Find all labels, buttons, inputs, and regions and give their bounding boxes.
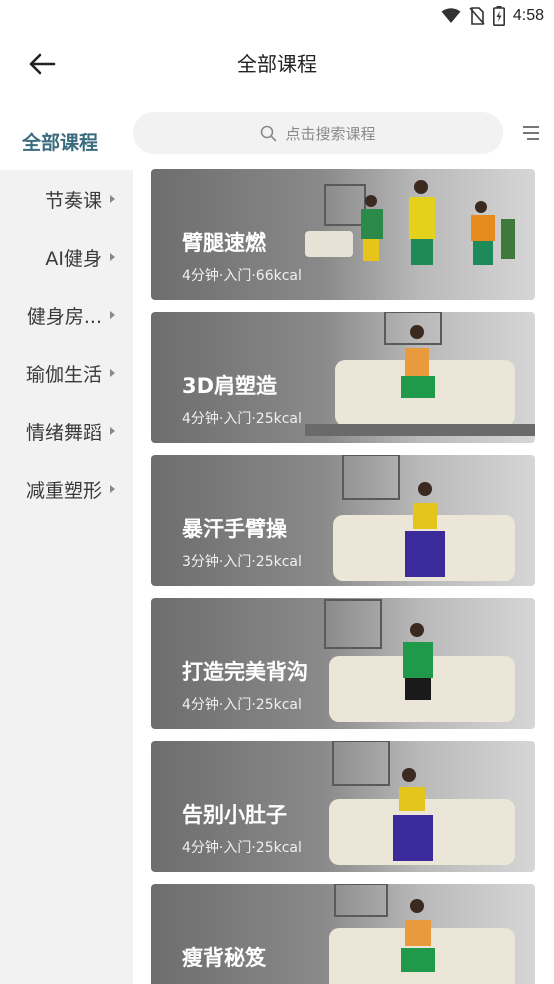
course-meta: 4分钟·入门·66kcal: [182, 268, 302, 284]
sidebar-item-label: 健身房...: [26, 305, 102, 328]
course-thumbnail: [333, 455, 515, 581]
search-row: 点击搜索课程: [133, 112, 554, 154]
chevron-right-icon: [110, 485, 115, 493]
filter-menu-button[interactable]: [520, 122, 542, 144]
status-bar: 4:58: [0, 0, 554, 32]
chevron-right-icon: [110, 253, 115, 261]
sidebar-item-label: 全部课程: [22, 131, 99, 154]
search-placeholder: 点击搜索课程: [285, 124, 376, 143]
course-card[interactable]: 告别小肚子 4分钟·入门·25kcal: [151, 741, 535, 872]
header: 全部课程: [0, 32, 554, 96]
course-title: 打造完美背沟: [182, 660, 308, 684]
course-title: 暴汗手臂操: [182, 517, 287, 541]
sidebar-item-all-courses[interactable]: 全部课程: [0, 112, 133, 170]
chevron-right-icon: [110, 369, 115, 377]
search-icon: [261, 125, 277, 141]
page-title: 全部课程: [237, 52, 317, 76]
course-card[interactable]: 瘦背秘笈: [151, 884, 535, 984]
course-card[interactable]: 打造完美背沟 4分钟·入门·25kcal: [151, 598, 535, 729]
chevron-right-icon: [110, 195, 115, 203]
sidebar-list: 节奏课 AI健身 健身房... 瑜伽生活 情绪舞蹈 减重塑形: [0, 170, 133, 984]
status-time: 4:58: [512, 7, 544, 24]
course-title: 告别小肚子: [182, 803, 287, 827]
course-card[interactable]: 臂腿速燃 4分钟·入门·66kcal: [151, 169, 535, 300]
status-icons: 4:58: [441, 4, 544, 28]
chevron-right-icon: [110, 427, 115, 435]
sidebar-item-label: 节奏课: [44, 189, 102, 212]
list-menu-icon: [523, 126, 539, 140]
sidebar-item-label: 减重塑形: [25, 479, 102, 502]
sidebar-item-yoga[interactable]: 瑜伽生活: [0, 344, 133, 402]
sidebar-item-weight-loss[interactable]: 减重塑形: [0, 460, 133, 518]
course-title: 臂腿速燃: [182, 231, 266, 255]
course-meta: 3分钟·入门·25kcal: [182, 554, 302, 570]
battery-charging-icon: [492, 6, 505, 26]
category-sidebar: 全部课程 节奏课 AI健身 健身房... 瑜伽生活 情绪舞蹈 减重塑形: [0, 112, 133, 984]
sidebar-item-rhythm[interactable]: 节奏课: [0, 170, 133, 228]
course-list: 臂腿速燃 4分钟·入门·66kcal 3D肩塑造 4分钟·入门·25kcal 暴…: [151, 169, 535, 984]
course-meta: 4分钟·入门·25kcal: [182, 411, 302, 427]
course-thumbnail: [324, 599, 515, 722]
sidebar-item-label: 瑜伽生活: [25, 363, 102, 386]
chevron-right-icon: [110, 311, 115, 319]
sidebar-item-gym[interactable]: 健身房...: [0, 286, 133, 344]
no-sim-icon: [469, 7, 485, 25]
sidebar-item-ai-fitness[interactable]: AI健身: [0, 228, 133, 286]
sidebar-item-label: 情绪舞蹈: [25, 421, 102, 444]
course-thumbnail: [305, 312, 535, 436]
search-input[interactable]: 点击搜索课程: [133, 112, 503, 154]
course-card[interactable]: 暴汗手臂操 3分钟·入门·25kcal: [151, 455, 535, 586]
course-meta: 4分钟·入门·25kcal: [182, 840, 302, 856]
sidebar-item-dance[interactable]: 情绪舞蹈: [0, 402, 133, 460]
wifi-icon: [441, 8, 461, 23]
course-title: 3D肩塑造: [182, 374, 278, 398]
course-thumbnail: [329, 884, 515, 984]
course-title: 瘦背秘笈: [182, 946, 266, 970]
sidebar-item-label: AI健身: [45, 247, 102, 270]
course-meta: 4分钟·入门·25kcal: [182, 697, 302, 713]
course-thumbnail: [305, 180, 515, 265]
course-card[interactable]: 3D肩塑造 4分钟·入门·25kcal: [151, 312, 535, 443]
course-thumbnail: [329, 741, 515, 865]
